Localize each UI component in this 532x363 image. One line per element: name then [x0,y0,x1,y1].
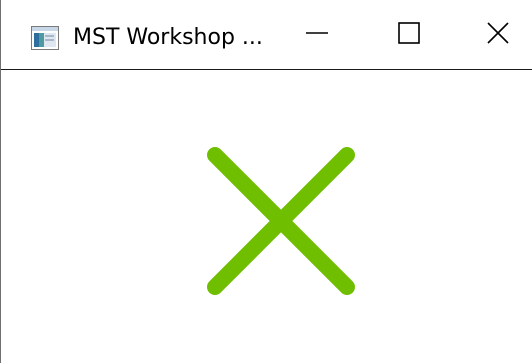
minimize-icon [306,22,328,48]
maximize-icon [398,21,420,48]
app-window-icon [31,26,59,50]
app-window: MST Workshop ... [0,0,532,363]
window-content [1,70,532,363]
minimize-button[interactable] [271,0,363,69]
close-button[interactable] [452,0,532,69]
close-icon [487,21,509,48]
maximize-button[interactable] [363,0,455,69]
window-title: MST Workshop ... [73,25,263,50]
cross-icon [207,147,355,295]
title-bar[interactable]: MST Workshop ... [1,0,532,70]
